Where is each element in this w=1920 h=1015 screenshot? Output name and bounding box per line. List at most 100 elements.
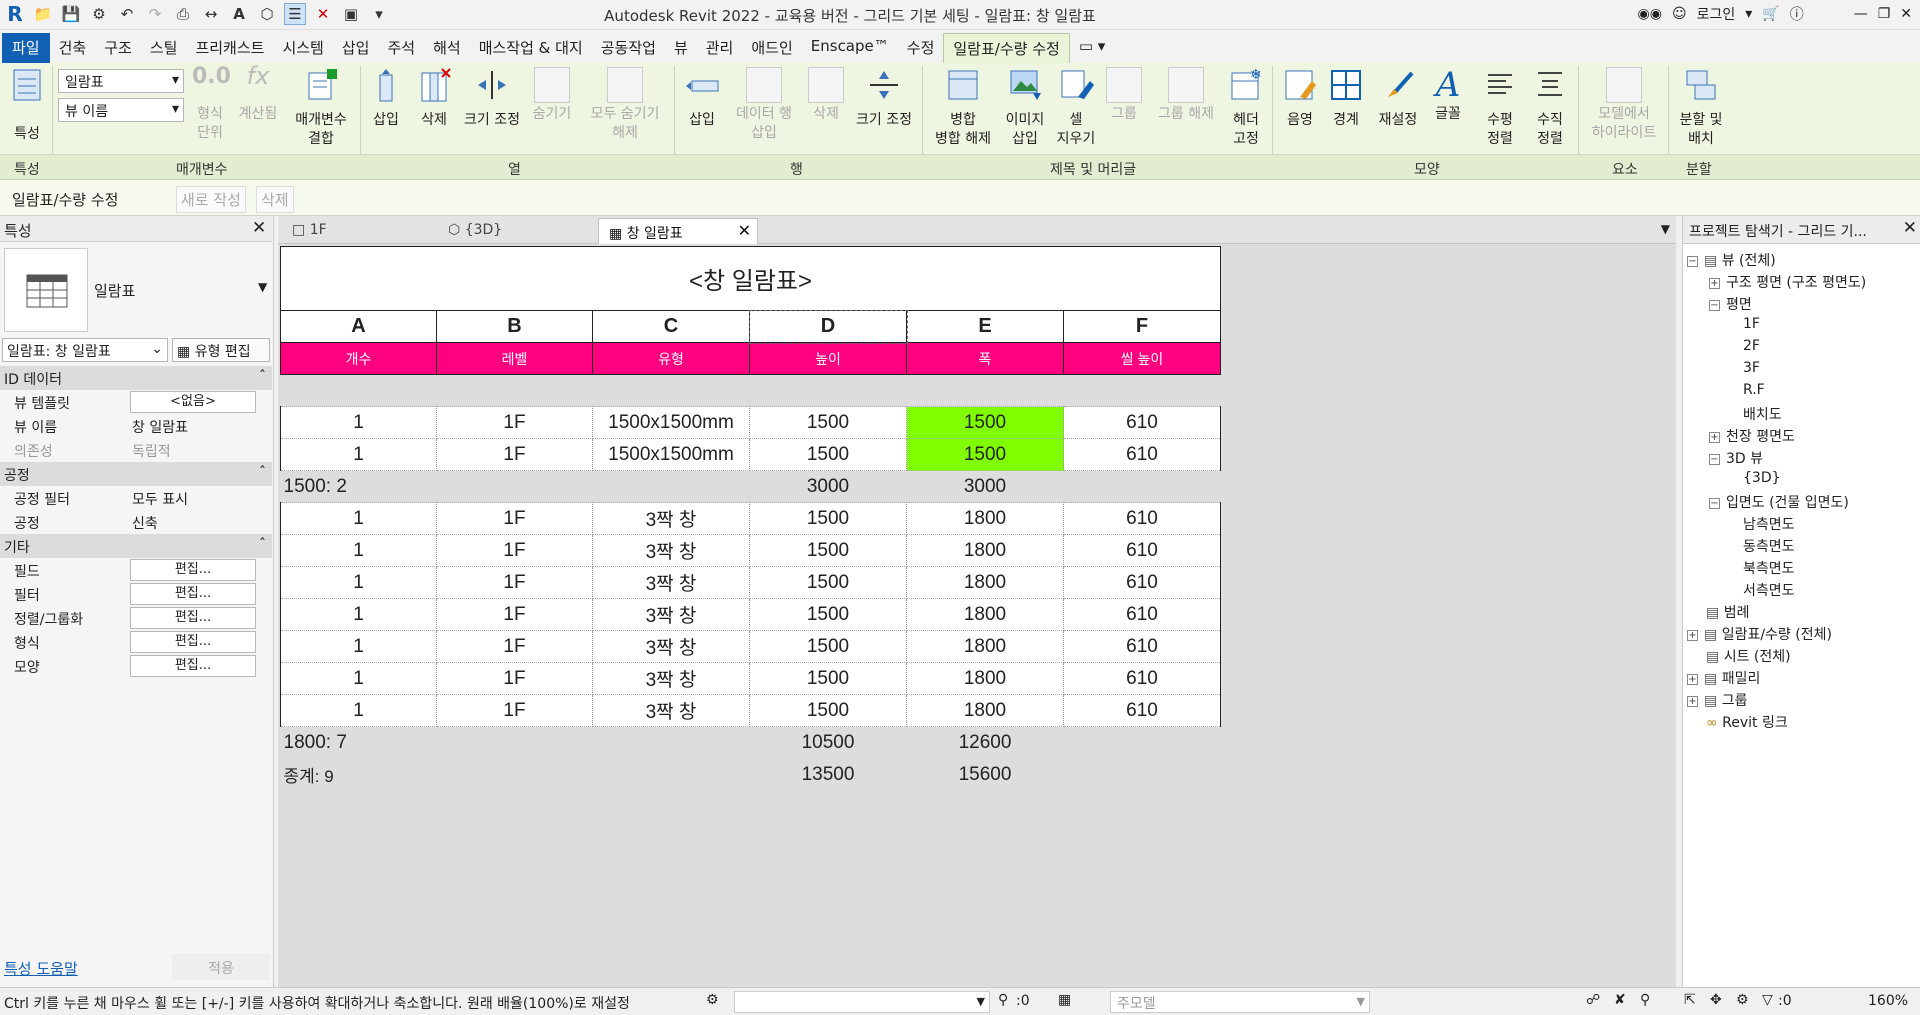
close-icon[interactable]: ✕ [1900, 6, 1912, 22]
calculated-button[interactable]: fx 계산됨 [233, 64, 283, 124]
insert-data-row-button[interactable]: 데이터 행 삽입 [730, 67, 798, 143]
collapse-icon[interactable]: − [1709, 453, 1720, 465]
column-insert-button[interactable]: 삽입 [368, 67, 404, 130]
tree-item[interactable]: + 구조 평면 (구조 평면도) [1709, 272, 1866, 292]
table-cell[interactable]: 610 [1063, 598, 1221, 631]
table-cell[interactable]: 1 [280, 502, 437, 535]
tree-item[interactable]: − ▤ 뷰 (전체) [1687, 250, 1776, 270]
tree-item[interactable]: 2F [1731, 338, 1760, 354]
combine-parameters-button[interactable]: 매개변수 결합 [288, 67, 354, 149]
ribbon-tab-6[interactable]: 삽입 [333, 33, 379, 63]
expand-icon[interactable]: + [1687, 629, 1698, 641]
workset-dropdown[interactable]: ▼ [734, 991, 990, 1013]
column-delete-button[interactable]: 삭제 [414, 67, 454, 130]
column-header[interactable]: 개수 [280, 342, 437, 375]
table-cell[interactable]: 610 [1063, 566, 1221, 599]
tree-item[interactable]: + ▤ 패밀리 [1687, 668, 1760, 688]
table-cell[interactable]: 1500x1500mm [592, 406, 750, 439]
table-cell[interactable]: 3짝 창 [592, 694, 750, 727]
column-letter[interactable]: A [280, 310, 437, 343]
ribbon-tab-13[interactable]: 애드인 [742, 33, 801, 63]
ribbon-tab-16[interactable]: 일람표/수량 수정 [943, 33, 1070, 63]
table-cell[interactable]: 1F [436, 694, 593, 727]
view-template-button[interactable]: <없음> [130, 391, 256, 413]
tree-item[interactable]: 3F [1731, 360, 1760, 376]
select-links-icon[interactable]: ☍ [1586, 992, 1600, 1008]
table-cell[interactable]: 1500 [906, 438, 1064, 471]
select-pinned-icon[interactable]: ⚲ [1640, 992, 1650, 1008]
tree-item[interactable]: R.F [1731, 382, 1765, 398]
highlight-in-model-button[interactable]: 모델에서 하이라이트 [1584, 67, 1664, 143]
ribbon-tab-11[interactable]: 뷰 [665, 33, 697, 63]
table-cell[interactable]: 1F [436, 502, 593, 535]
ribbon-tab-9[interactable]: 매스작업 & 대지 [470, 33, 592, 63]
merge-unmerge-button[interactable]: 병합 병합 해제 [928, 67, 998, 149]
formatting-edit-button[interactable]: 편집... [130, 631, 256, 653]
table-cell[interactable]: 610 [1063, 502, 1221, 535]
select-by-face-icon[interactable]: ⇱ [1684, 992, 1696, 1008]
help-icon[interactable]: ⓘ [1790, 4, 1804, 24]
apply-button[interactable]: 적용 [172, 954, 270, 980]
expand-icon[interactable]: + [1687, 695, 1698, 707]
tab-list-icon[interactable]: ▼ [1661, 222, 1670, 236]
tree-item[interactable]: 남측면도 [1731, 514, 1795, 534]
ribbon-tab-0[interactable]: 파일 [2, 33, 50, 63]
table-cell[interactable]: 1500x1500mm [592, 438, 750, 471]
borders-button[interactable]: 경계 [1326, 67, 1366, 130]
tree-item[interactable]: {3D} [1731, 470, 1781, 486]
select-underlay-icon[interactable]: ✘ [1614, 992, 1626, 1008]
collapse-icon[interactable]: − [1709, 299, 1720, 311]
view-name-field[interactable]: 창 일람표 [132, 417, 188, 437]
close-properties-icon[interactable]: ✕ [252, 218, 266, 238]
column-letter[interactable]: D [748, 309, 908, 344]
column-header[interactable]: 유형 [592, 342, 750, 375]
unhide-all-button[interactable]: 모두 숨기기 해제 [584, 67, 666, 143]
delete-button[interactable]: 삭제 [256, 186, 294, 213]
close-tab-icon[interactable]: ✕ [738, 221, 751, 240]
filter-icon[interactable]: ▽ [1762, 992, 1773, 1008]
align-horizontal-button[interactable]: 수평 정렬 [1480, 67, 1520, 149]
expand-icon[interactable]: + [1687, 673, 1698, 685]
ribbon-tab-15[interactable]: 수정 [898, 33, 944, 63]
table-cell[interactable]: 610 [1063, 630, 1221, 663]
restore-icon[interactable]: ❐ [1878, 6, 1891, 22]
table-cell[interactable]: 610 [1063, 534, 1221, 567]
ribbon-tab-7[interactable]: 주석 [378, 33, 424, 63]
table-cell[interactable]: 1800 [906, 662, 1064, 695]
table-cell[interactable]: 1F [436, 566, 593, 599]
tree-item[interactable]: −3D 뷰 [1709, 448, 1763, 468]
table-cell[interactable]: 1 [280, 566, 437, 599]
row-insert-button[interactable]: 삽입 [682, 67, 722, 130]
type-selector-chevron-icon[interactable]: ▼ [258, 280, 267, 294]
tab-3d[interactable]: ⬡ {3D} [438, 218, 588, 244]
split-and-place-button[interactable]: 분할 및 배치 [1670, 67, 1732, 149]
clear-cell-button[interactable]: 셀 지우기 [1054, 67, 1098, 149]
table-cell[interactable]: 610 [1063, 438, 1221, 471]
table-cell[interactable]: 1500 [749, 694, 907, 727]
table-cell[interactable]: 1500 [749, 566, 907, 599]
binoculars-icon[interactable]: ◉◉ [1638, 6, 1662, 22]
table-cell[interactable]: 1500 [749, 438, 907, 471]
sorting-edit-button[interactable]: 편집... [130, 607, 256, 629]
freeze-header-button[interactable]: ❄ 헤더 고정 [1226, 67, 1266, 149]
insert-image-button[interactable]: 이미지 삽입 [1000, 67, 1050, 149]
worksharing-icon[interactable]: ⚙ [706, 992, 719, 1008]
table-cell[interactable]: 1500 [749, 598, 907, 631]
table-cell[interactable]: 1 [280, 598, 437, 631]
table-cell[interactable]: 1500 [749, 662, 907, 695]
table-cell[interactable]: 1800 [906, 502, 1064, 535]
table-cell[interactable]: 1F [436, 630, 593, 663]
design-options-icon[interactable]: ▦ [1058, 992, 1071, 1008]
table-cell[interactable]: 1F [436, 662, 593, 695]
table-cell[interactable]: 1500 [749, 406, 907, 439]
table-cell[interactable]: 3짝 창 [592, 502, 750, 535]
properties-help-link[interactable]: 특성 도움말 [4, 958, 78, 979]
tree-item[interactable]: + ▤ 그룹 [1687, 690, 1747, 710]
column-letter[interactable]: B [436, 310, 593, 343]
filter-edit-button[interactable]: 편집... [130, 583, 256, 605]
table-cell[interactable]: 1 [280, 406, 437, 439]
ribbon-tab-8[interactable]: 해석 [424, 33, 470, 63]
table-cell[interactable]: 3짝 창 [592, 534, 750, 567]
view-name-dropdown[interactable]: 뷰 이름 ▾ [58, 98, 184, 122]
table-cell[interactable]: 1800 [906, 598, 1064, 631]
